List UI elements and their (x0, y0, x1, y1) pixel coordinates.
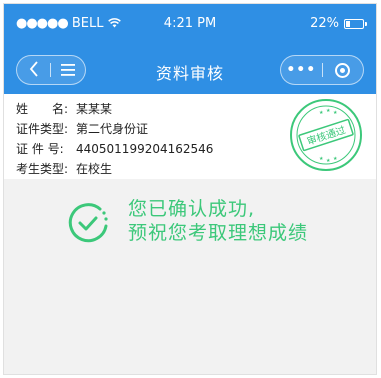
svg-text:★: ★ (326, 158, 331, 164)
battery-icon (344, 18, 367, 29)
success-line-2: 预祝您考取理想成绩 (128, 222, 309, 244)
svg-text:★: ★ (319, 156, 324, 162)
approved-stamp-icon: ★ ★ ★ ★ ★ ★ 审核通过 (290, 99, 362, 171)
info-row-id-number: 证 件 号: 440501199204162546 (16, 140, 213, 157)
success-message: 您已确认成功, 预祝您考取理想成绩 (4, 179, 376, 374)
name-value: 某某某 (76, 102, 113, 116)
id-type-label: 证件类型: (16, 122, 69, 136)
svg-text:★: ★ (326, 108, 331, 114)
id-number-value: 440501199204162546 (76, 142, 214, 156)
header: ●●●●● BELL 4:21 PM 22% 资料审核 ••• (4, 4, 376, 94)
info-row-name: 姓 名: 某某某 (16, 100, 112, 117)
close-icon[interactable] (322, 56, 363, 84)
success-text: 您已确认成功, 预祝您考取理想成绩 (128, 197, 308, 245)
battery-percent: 22% (310, 16, 339, 31)
info-row-id-type: 证件类型: 第二代身份证 (16, 120, 148, 137)
nav-right-capsule: ••• (280, 55, 364, 85)
success-line-1: 您已确认成功, (128, 198, 256, 220)
svg-text:★: ★ (319, 110, 324, 116)
info-card: 姓 名: 某某某 证件类型: 第二代身份证 证 件 号: 44050119920416… (4, 94, 376, 179)
id-number-label: 证 件 号: (16, 142, 64, 156)
status-bar: ●●●●● BELL 4:21 PM 22% (4, 4, 376, 40)
student-type-value: 在校生 (76, 162, 113, 176)
battery: 22% (310, 16, 367, 31)
info-row-student-type: 考生类型: 在校生 (16, 160, 112, 177)
nav-bar: 资料审核 ••• (4, 40, 376, 94)
svg-text:★: ★ (333, 110, 338, 116)
battery-level (346, 20, 350, 27)
name-label: 姓 名: (16, 102, 69, 116)
more-icon[interactable]: ••• (281, 56, 322, 84)
check-circle-icon (68, 203, 108, 243)
phone-screen: ●●●●● BELL 4:21 PM 22% 资料审核 ••• 姓 名: 某某某… (3, 3, 377, 375)
student-type-label: 考生类型: (16, 162, 69, 176)
id-type-value: 第二代身份证 (76, 122, 149, 136)
svg-text:★: ★ (333, 156, 338, 162)
